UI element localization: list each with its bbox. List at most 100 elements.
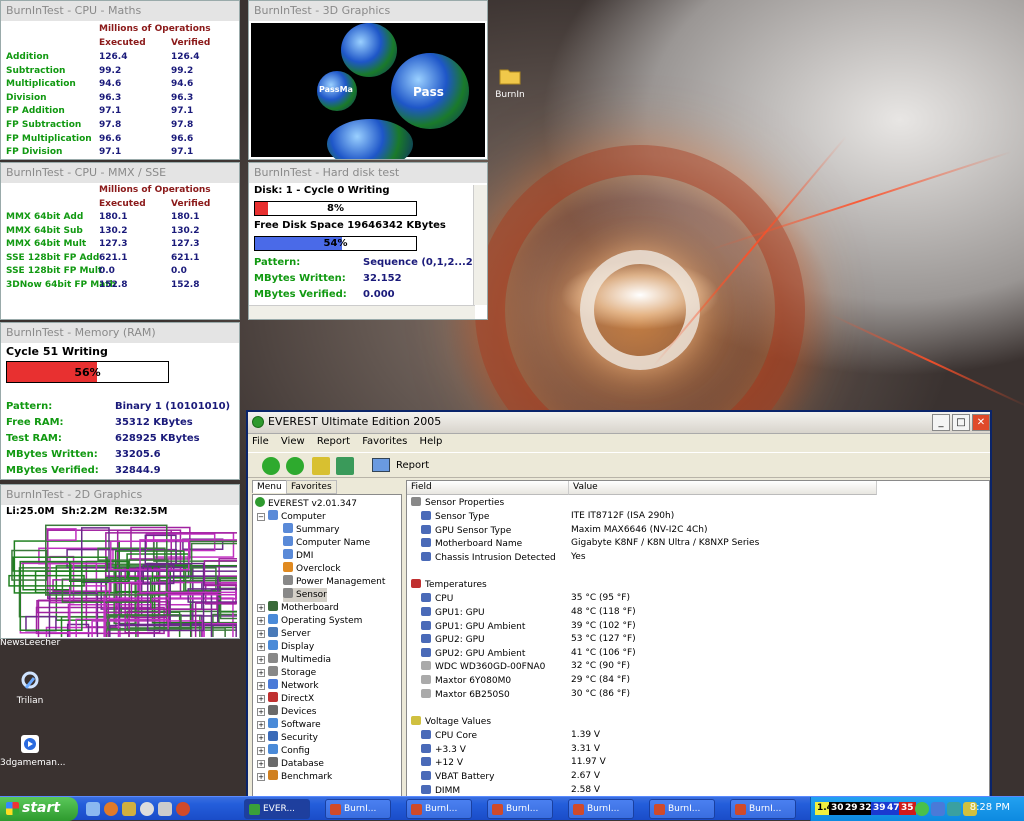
- taskbar-button[interactable]: BurnI...: [487, 799, 553, 819]
- taskbar-button[interactable]: BurnI...: [325, 799, 391, 819]
- list-item[interactable]: DIMM 2.58 V: [407, 784, 987, 796]
- expand-icon[interactable]: +: [257, 747, 265, 755]
- tree-item-multimedia[interactable]: + Multimedia: [257, 653, 331, 667]
- tree-item-server[interactable]: + Server: [257, 627, 311, 641]
- everest-title-bar[interactable]: EVEREST Ultimate Edition 2005 _ □ ✕: [248, 412, 990, 434]
- refresh-icon[interactable]: [336, 457, 354, 475]
- expand-icon[interactable]: +: [257, 682, 265, 690]
- burnin-memory-window[interactable]: BurnInTest - Memory (RAM) Cycle 51 Writi…: [0, 322, 240, 480]
- tray-icon[interactable]: [947, 802, 961, 816]
- list-item[interactable]: GPU2: GPU Ambient 41 °C (106 °F): [407, 647, 987, 661]
- close-button[interactable]: ✕: [972, 414, 990, 431]
- tree-item-database[interactable]: + Database: [257, 757, 324, 771]
- list-item[interactable]: GPU1: GPU Ambient 39 °C (102 °F): [407, 620, 987, 634]
- collapse-icon[interactable]: −: [257, 513, 265, 521]
- tree-item-power-management[interactable]: Power Management: [283, 575, 385, 589]
- list-item[interactable]: GPU Sensor Type Maxim MAX6646 (NV-I2C 4Ch…: [407, 524, 987, 538]
- menu-favorites[interactable]: Favorites: [362, 436, 407, 447]
- burnin-2d-graphics-window[interactable]: BurnInTest - 2D Graphics Li:25.0M Sh:2.2…: [0, 484, 240, 639]
- expand-icon[interactable]: +: [257, 643, 265, 651]
- burnin-cpu-maths-window[interactable]: BurnInTest - CPU - Maths Millions of Ope…: [0, 0, 240, 160]
- minimize-button[interactable]: _: [932, 414, 950, 431]
- tree-item-motherboard[interactable]: + Motherboard: [257, 601, 339, 615]
- tray-temp-indicator[interactable]: 35: [899, 802, 916, 815]
- expand-icon[interactable]: +: [257, 669, 265, 677]
- tree-item-benchmark[interactable]: + Benchmark: [257, 770, 332, 784]
- up-icon[interactable]: [312, 457, 330, 475]
- expand-icon[interactable]: +: [257, 773, 265, 781]
- list-item[interactable]: +12 V 11.97 V: [407, 757, 987, 770]
- column-header-value[interactable]: Value: [569, 481, 877, 495]
- list-item[interactable]: CPU 35 °C (95 °F): [407, 593, 987, 606]
- tree-item-sensor[interactable]: Sensor: [283, 588, 327, 602]
- everest-window[interactable]: EVEREST Ultimate Edition 2005 _ □ ✕ File…: [246, 410, 992, 796]
- column-header-field[interactable]: Field: [407, 481, 569, 495]
- tree-item-software[interactable]: + Software: [257, 718, 321, 732]
- tree-item-storage[interactable]: + Storage: [257, 666, 316, 680]
- taskbar-button[interactable]: BurnI...: [568, 799, 634, 819]
- tree-item-security[interactable]: + Security: [257, 731, 318, 745]
- report-icon[interactable]: [372, 458, 390, 472]
- expand-icon[interactable]: +: [257, 760, 265, 768]
- taskbar-button[interactable]: EVER...: [244, 799, 310, 819]
- report-button[interactable]: Report: [396, 460, 429, 471]
- expand-icon[interactable]: +: [257, 604, 265, 612]
- tree-item-display[interactable]: + Display: [257, 640, 314, 654]
- tree-item-overclock[interactable]: Overclock: [283, 562, 341, 576]
- tree-item-summary[interactable]: Summary: [283, 523, 340, 537]
- desktop-icon-newsleecher[interactable]: NewsLeecher: [0, 638, 60, 648]
- tree-item-devices[interactable]: + Devices: [257, 705, 316, 719]
- burnin-3d-graphics-window[interactable]: BurnInTest - 3D Graphics PassMa Pass: [248, 0, 488, 160]
- network-icon[interactable]: [931, 802, 945, 816]
- taskbar-button[interactable]: BurnI...: [649, 799, 715, 819]
- tray-icon[interactable]: [915, 802, 929, 816]
- expand-icon[interactable]: +: [257, 630, 265, 638]
- tree-item-config[interactable]: + Config: [257, 744, 310, 758]
- tab-favorites[interactable]: Favorites: [286, 480, 337, 494]
- tree-item-network[interactable]: + Network: [257, 679, 319, 693]
- list-item[interactable]: GPU1: GPU 48 °C (118 °F): [407, 607, 987, 620]
- list-item[interactable]: WDC WD360GD-00FNA0 32 °C (90 °F): [407, 661, 987, 674]
- start-button[interactable]: start: [0, 797, 78, 821]
- list-item[interactable]: +3.3 V 3.31 V: [407, 743, 987, 757]
- list-item[interactable]: CPU Core 1.39 V: [407, 730, 987, 743]
- maximize-button[interactable]: □: [952, 414, 970, 431]
- tree-item-operating-system[interactable]: + Operating System: [257, 614, 362, 628]
- desktop-icon-3dgameman[interactable]: 3dgameman...: [0, 732, 66, 768]
- burnin-cpu-mmx-window[interactable]: BurnInTest - CPU - MMX / SSE Millions of…: [0, 162, 240, 320]
- horizontal-scrollbar[interactable]: [249, 305, 475, 319]
- tree-root[interactable]: EVEREST v2.01.347: [255, 497, 357, 511]
- menu-file[interactable]: File: [252, 436, 269, 447]
- expand-icon[interactable]: +: [257, 695, 265, 703]
- tree-item-computer[interactable]: − Computer: [257, 510, 326, 524]
- expand-icon[interactable]: +: [257, 734, 265, 742]
- expand-icon[interactable]: +: [257, 617, 265, 625]
- firefox-icon[interactable]: [104, 802, 118, 816]
- burnin-hard-disk-window[interactable]: BurnInTest - Hard disk test Disk: 1 - Cy…: [248, 162, 488, 320]
- utility-icon[interactable]: [158, 802, 172, 816]
- list-item[interactable]: Maxtor 6B250S0 30 °C (86 °F): [407, 688, 987, 702]
- menu-help[interactable]: Help: [420, 436, 443, 447]
- desktop-icon-trilian[interactable]: Trilian: [0, 670, 60, 706]
- back-icon[interactable]: [262, 457, 280, 475]
- tree-item-dmi[interactable]: DMI: [283, 549, 313, 563]
- list-item[interactable]: VBAT Battery 2.67 V: [407, 771, 987, 784]
- expand-icon[interactable]: +: [257, 656, 265, 664]
- expand-icon[interactable]: +: [257, 721, 265, 729]
- list-item[interactable]: Sensor Type ITE IT8712F (ISA 290h): [407, 511, 987, 524]
- vertical-scrollbar[interactable]: [473, 185, 487, 305]
- forward-icon[interactable]: [286, 457, 304, 475]
- show-desktop-icon[interactable]: [86, 802, 100, 816]
- menu-view[interactable]: View: [281, 436, 305, 447]
- list-item[interactable]: Chassis Intrusion Detected Yes: [407, 551, 987, 565]
- list-item[interactable]: Motherboard Name Gigabyte K8NF / K8N Ultr…: [407, 538, 987, 551]
- taskbar-button[interactable]: BurnI...: [730, 799, 796, 819]
- list-item[interactable]: Maxtor 6Y080M0 29 °C (84 °F): [407, 675, 987, 688]
- tree-item-computer-name[interactable]: Computer Name: [283, 536, 370, 550]
- tree-item-directx[interactable]: + DirectX: [257, 692, 314, 706]
- expand-icon[interactable]: +: [257, 708, 265, 716]
- menu-report[interactable]: Report: [317, 436, 350, 447]
- taskbar-button[interactable]: BurnI...: [406, 799, 472, 819]
- tab-menu[interactable]: Menu: [252, 480, 287, 493]
- clock-app-icon[interactable]: [140, 802, 154, 816]
